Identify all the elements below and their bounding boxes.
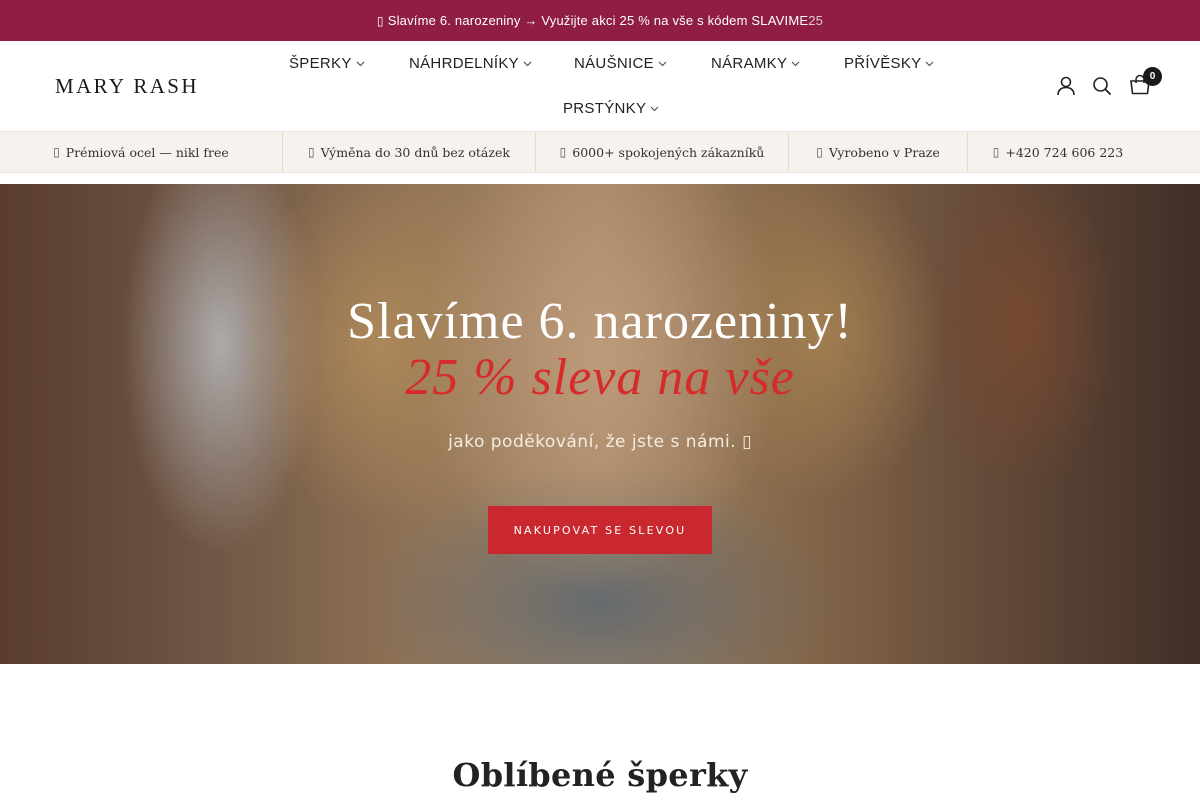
return-icon: ▯: [308, 145, 315, 159]
usp-item: ▯ 6000+ spokojených zákazníků: [536, 132, 788, 172]
usp-item[interactable]: ▯ +420 724 606 223: [968, 132, 1148, 172]
nav-item-sperky[interactable]: ŠPERKY: [289, 55, 365, 72]
gift-icon: ▯: [376, 13, 384, 28]
search-icon[interactable]: [1091, 75, 1113, 97]
shop-with-discount-button[interactable]: NAKUPOVAT SE SLEVOU: [488, 506, 712, 554]
announcement-bar[interactable]: ▯ Slavíme 6. narozeniny → Využijte akci …: [0, 0, 1200, 41]
usp-item: ▯ Výměna do 30 dnů bez otázek: [283, 132, 535, 172]
nav-label: ŠPERKY: [289, 55, 352, 72]
hero-tagline: jako poděkování, že jste s námi. ▯: [0, 432, 1200, 452]
heart-icon: ▯: [742, 432, 752, 452]
site-header: MARY RASH ŠPERKY NÁHRDELNÍKY NÁUŠNICE NÁ…: [0, 41, 1200, 131]
usp-text: 6000+ spokojených zákazníků: [572, 144, 765, 160]
nav-item-naramky[interactable]: NÁRAMKY: [711, 55, 800, 72]
nav-item-nausnice[interactable]: NÁUŠNICE: [574, 55, 667, 72]
hero-content: Slavíme 6. narozeniny! 25 % sleva na vše…: [0, 184, 1200, 664]
announcement-text: Slavíme 6. narozeniny → Využijte akci 25…: [387, 13, 809, 28]
nav-item-prstynky[interactable]: PRSTÝNKY: [563, 100, 659, 117]
usp-bar: ▯ Prémiová ocel — nikl free ▯ Výměna do …: [0, 131, 1200, 173]
chevron-down-icon: [791, 59, 800, 68]
usp-text: Prémiová ocel — nikl free: [65, 144, 229, 160]
usp-text: +420 724 606 223: [1005, 144, 1124, 160]
nav-item-nahrdelniky[interactable]: NÁHRDELNÍKY: [409, 55, 532, 72]
section-title: Oblíbené šperky: [452, 756, 748, 794]
hero-subtitle: 25 % sleva na vše: [405, 349, 795, 406]
hero-banner: Slavíme 6. narozeniny! 25 % sleva na vše…: [0, 184, 1200, 664]
usp-text: Vyrobeno v Praze: [828, 144, 940, 160]
nav-item-privesky[interactable]: PŘÍVĚSKY: [844, 55, 934, 72]
nav-label: NÁUŠNICE: [574, 55, 654, 72]
nav-label: NÁHRDELNÍKY: [409, 55, 519, 72]
nav-label: PŘÍVĚSKY: [844, 55, 922, 72]
chevron-down-icon: [925, 59, 934, 68]
pin-icon: ▯: [816, 145, 823, 159]
hero-title: Slavíme 6. narozeniny!: [347, 293, 853, 350]
cart-count-badge: 0: [1143, 67, 1162, 86]
main-nav: ŠPERKY NÁHRDELNÍKY NÁUŠNICE NÁRAMKY PŘÍV…: [0, 41, 1200, 131]
nav-label: PRSTÝNKY: [563, 100, 647, 117]
shield-icon: ▯: [53, 145, 60, 159]
chevron-down-icon: [658, 59, 667, 68]
announcement-code-tail: 25: [808, 13, 824, 28]
nav-label: NÁRAMKY: [711, 55, 788, 72]
hero-tagline-text: jako poděkování, že jste s námi.: [448, 432, 737, 452]
chevron-down-icon: [523, 59, 532, 68]
chevron-down-icon: [356, 59, 365, 68]
users-icon: ▯: [559, 145, 567, 159]
phone-icon: ▯: [992, 145, 1000, 159]
usp-item: ▯ Prémiová ocel — nikl free: [0, 132, 282, 172]
chevron-down-icon: [650, 104, 659, 113]
usp-item: ▯ Vyrobeno v Praze: [789, 132, 967, 172]
account-icon[interactable]: [1055, 75, 1077, 97]
usp-text: Výměna do 30 dnů bez otázek: [320, 144, 510, 160]
